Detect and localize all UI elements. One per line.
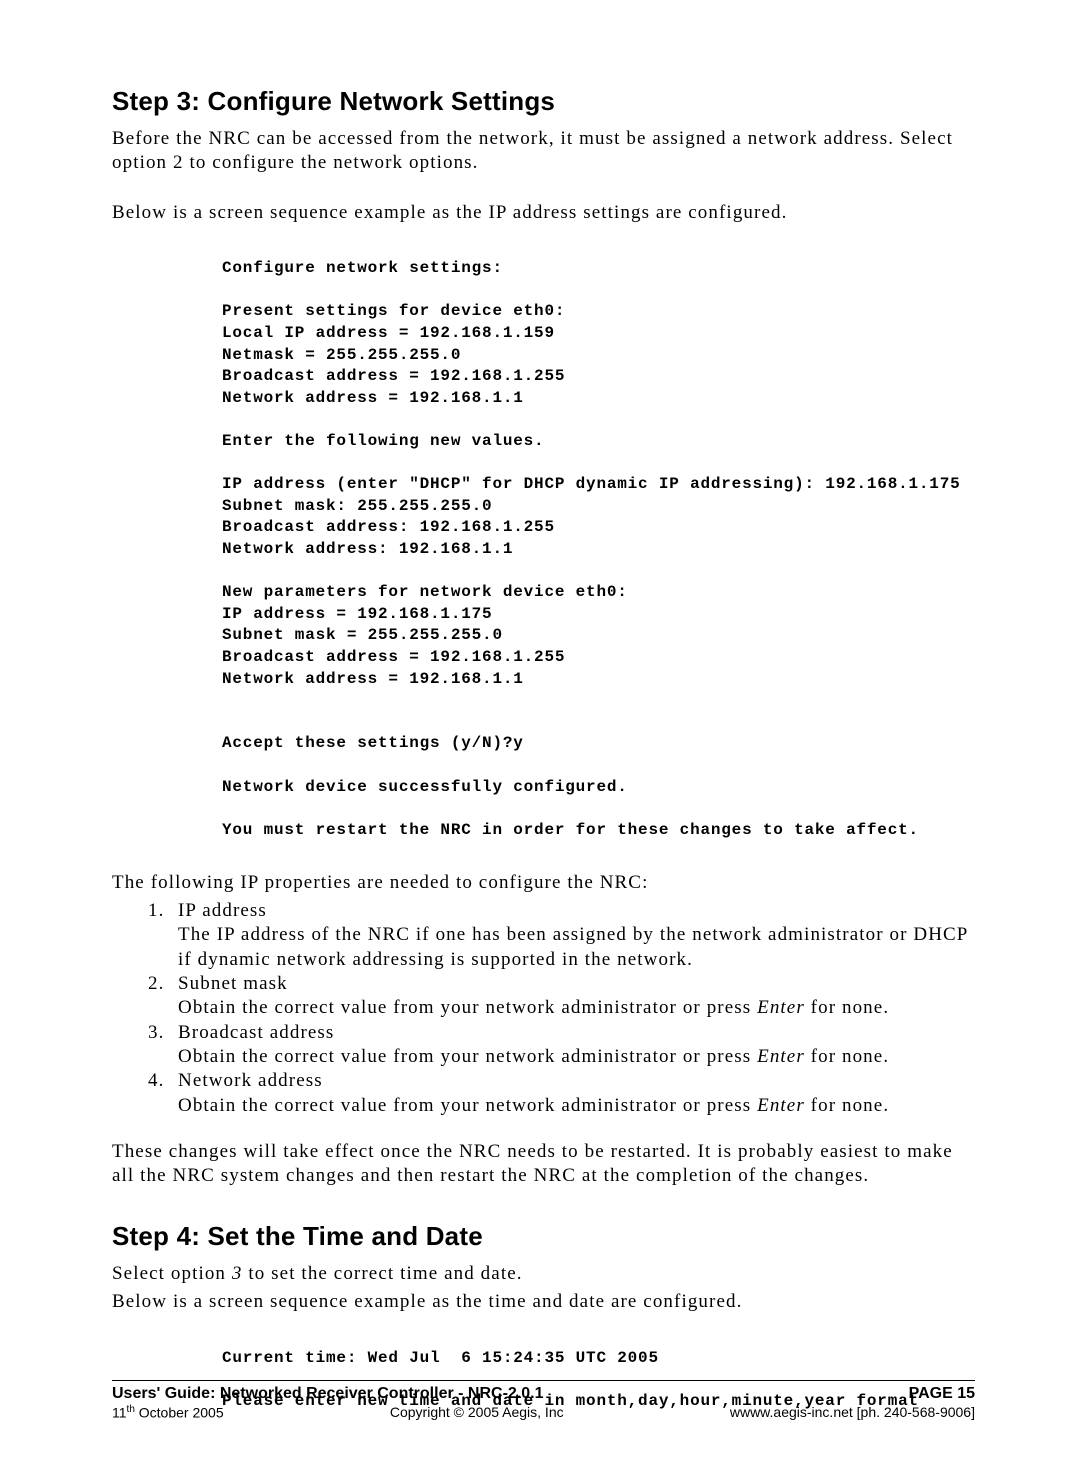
- list-item: 3. Broadcast address: [148, 1021, 975, 1045]
- date-sup: th: [127, 1404, 135, 1415]
- desc-post: for none.: [805, 1095, 889, 1116]
- list-num: 2.: [148, 972, 178, 996]
- desc-post: for none.: [805, 1046, 889, 1067]
- desc-post: for none.: [805, 997, 889, 1018]
- document-page: Step 3: Configure Network Settings Befor…: [0, 0, 1080, 1473]
- footer-page: PAGE 15: [909, 1385, 975, 1403]
- list-item: 4. Network address: [148, 1069, 975, 1093]
- step4-heading: Step 4: Set the Time and Date: [112, 1221, 975, 1252]
- list-title: Broadcast address: [178, 1021, 975, 1045]
- list-num: 4.: [148, 1069, 178, 1093]
- emphasis-enter: Enter: [757, 997, 805, 1018]
- footer-date: 11th October 2005: [112, 1404, 224, 1421]
- step3-console-output: Configure network settings: Present sett…: [222, 258, 975, 841]
- list-title: Network address: [178, 1069, 975, 1093]
- list-desc: Obtain the correct value from your netwo…: [178, 1045, 975, 1069]
- desc-pre: Obtain the correct value from your netwo…: [178, 997, 757, 1018]
- step3-para3: These changes will take effect once the …: [112, 1140, 975, 1188]
- footer-title: Users' Guide: Networked Receiver Control…: [112, 1385, 543, 1403]
- list-item: 2. Subnet mask: [148, 972, 975, 996]
- desc-pre: Obtain the correct value from your netwo…: [178, 1095, 757, 1116]
- step4-para1: Select option 3 to set the correct time …: [112, 1262, 975, 1286]
- step3-props-intro: The following IP properties are needed t…: [112, 871, 975, 895]
- ip-properties-list: 1. IP address The IP address of the NRC …: [148, 899, 975, 1118]
- footer-contact: wwww.aegis-inc.net [ph. 240-568-9006]: [730, 1404, 975, 1421]
- emphasis-option-3: 3: [232, 1263, 243, 1284]
- step3-para1: Before the NRC can be accessed from the …: [112, 127, 975, 175]
- p1-post: to set the correct time and date.: [243, 1263, 523, 1284]
- date-pre: 11: [112, 1405, 127, 1421]
- p1-pre: Select option: [112, 1263, 232, 1284]
- footer-copyright: Copyright © 2005 Aegis, Inc: [390, 1404, 564, 1421]
- list-desc: Obtain the correct value from your netwo…: [178, 1094, 975, 1118]
- list-num: 1.: [148, 899, 178, 923]
- step4-para2: Below is a screen sequence example as th…: [112, 1290, 975, 1314]
- list-title: IP address: [178, 899, 975, 923]
- step3-heading: Step 3: Configure Network Settings: [112, 86, 975, 117]
- footer-row-bottom: 11th October 2005 Copyright © 2005 Aegis…: [112, 1404, 975, 1421]
- footer-divider: [112, 1380, 975, 1381]
- list-item: 1. IP address: [148, 899, 975, 923]
- list-num: 3.: [148, 1021, 178, 1045]
- step3-para2: Below is a screen sequence example as th…: [112, 201, 975, 225]
- emphasis-enter: Enter: [757, 1095, 805, 1116]
- date-post: October 2005: [135, 1405, 224, 1421]
- emphasis-enter: Enter: [757, 1046, 805, 1067]
- list-title: Subnet mask: [178, 972, 975, 996]
- footer-row-top: Users' Guide: Networked Receiver Control…: [112, 1385, 975, 1403]
- desc-pre: Obtain the correct value from your netwo…: [178, 1046, 757, 1067]
- list-desc: Obtain the correct value from your netwo…: [178, 996, 975, 1020]
- page-footer: Users' Guide: Networked Receiver Control…: [112, 1380, 975, 1421]
- list-desc: The IP address of the NRC if one has bee…: [178, 923, 975, 972]
